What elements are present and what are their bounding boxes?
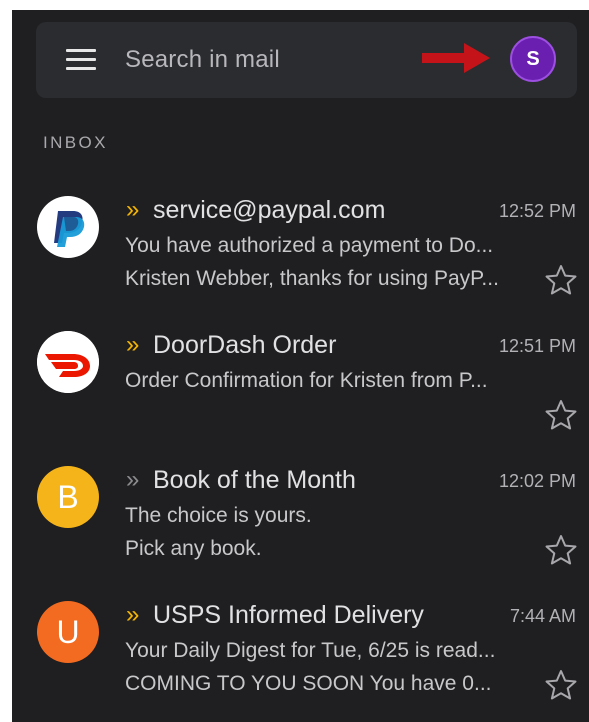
- sender-letter-avatar: B: [37, 466, 99, 528]
- email-sender: USPS Informed Delivery: [153, 601, 424, 629]
- email-list-item[interactable]: U » USPS Informed Delivery 7:44 AM Your …: [12, 601, 589, 722]
- email-time: 12:52 PM: [498, 201, 576, 221]
- importance-marker-icon: »: [126, 466, 140, 493]
- email-snippet: Pick any book.: [125, 537, 262, 560]
- doordash-logo-icon: [37, 331, 99, 393]
- importance-marker-icon: »: [126, 196, 140, 223]
- email-list-item[interactable]: B » Book of the Month 12:02 PM The choic…: [12, 466, 589, 594]
- inbox-label: INBOX: [43, 133, 108, 152]
- email-subject: The choice is yours.: [125, 504, 312, 527]
- paypal-logo-avatar: [37, 196, 99, 258]
- search-bar[interactable]: Search in mail S: [36, 22, 577, 98]
- email-sender: service@paypal.com: [153, 196, 386, 224]
- email-sender: Book of the Month: [153, 466, 356, 494]
- star-icon[interactable]: [545, 399, 577, 431]
- sender-letter-avatar: U: [37, 601, 99, 663]
- importance-marker-icon: »: [126, 331, 140, 358]
- email-time: 12:51 PM: [498, 336, 576, 356]
- hamburger-menu-icon[interactable]: [66, 49, 96, 71]
- paypal-logo-icon: [54, 211, 85, 247]
- email-sender: DoorDash Order: [153, 331, 337, 359]
- gmail-app-screen: Search in mail S INBOX » service@paypal.…: [12, 10, 589, 722]
- doordash-logo-avatar: [37, 331, 99, 393]
- search-input[interactable]: Search in mail: [125, 46, 280, 74]
- email-time: 7:44 AM: [509, 606, 576, 626]
- email-subject: Your Daily Digest for Tue, 6/25 is read.…: [125, 639, 496, 662]
- star-icon[interactable]: [545, 534, 577, 566]
- email-subject: You have authorized a payment to Do...: [125, 234, 494, 257]
- email-snippet: COMING TO YOU SOON You have 0...: [125, 672, 492, 695]
- star-icon[interactable]: [545, 264, 577, 296]
- red-arrow-icon: [422, 43, 490, 73]
- star-icon[interactable]: [545, 669, 577, 701]
- importance-marker-icon: »: [126, 601, 140, 628]
- email-time: 12:02 PM: [498, 471, 576, 491]
- email-snippet: Kristen Webber, thanks for using PayP...: [125, 267, 499, 290]
- email-list-item[interactable]: » DoorDash Order 12:51 PM Order Confirma…: [12, 331, 589, 459]
- email-list-item[interactable]: » service@paypal.com 12:52 PM You have a…: [12, 196, 589, 324]
- email-subject: Order Confirmation for Kristen from P...: [125, 369, 488, 392]
- account-avatar[interactable]: S: [510, 36, 556, 82]
